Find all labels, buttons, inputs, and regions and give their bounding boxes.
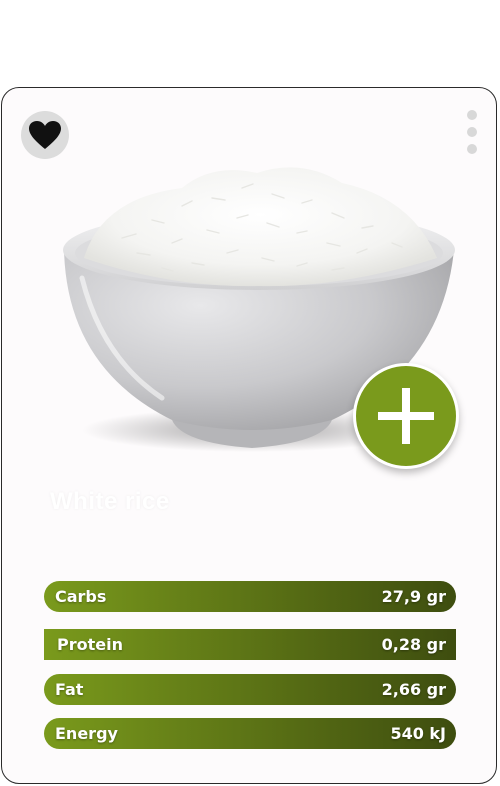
- nutrient-label: Carbs: [55, 587, 107, 606]
- nutrient-value: 2,66 gr: [381, 680, 446, 699]
- nutrient-row-protein: Protein 0,28 gr: [44, 629, 456, 660]
- nutrient-row-carbs: Carbs 27,9 gr: [44, 581, 456, 612]
- nutrient-row-fat: Fat 2,66 gr: [44, 674, 456, 705]
- nutrient-value: 540 kJ: [390, 724, 446, 743]
- nutrient-value: 27,9 gr: [381, 587, 446, 606]
- food-card: White rice Carbs 27,9 gr Protein 0,28 gr…: [1, 87, 497, 784]
- nutrient-row-energy: Energy 540 kJ: [44, 718, 456, 749]
- nutrient-label: Energy: [55, 724, 118, 743]
- nutrient-value: 0,28 gr: [381, 635, 446, 654]
- nutrient-list: Carbs 27,9 gr Protein 0,28 gr Fat 2,66 g…: [2, 88, 496, 783]
- nutrient-label: Fat: [55, 680, 84, 699]
- nutrient-label: Protein: [57, 635, 123, 654]
